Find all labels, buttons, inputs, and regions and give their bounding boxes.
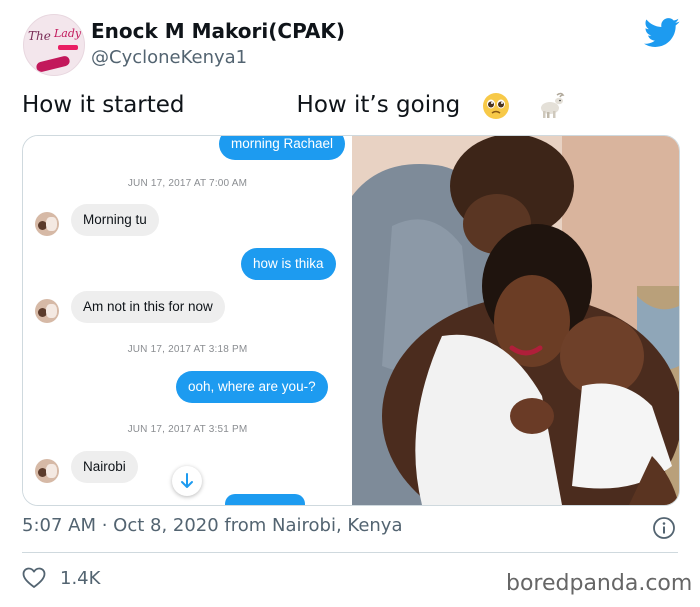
author-avatar[interactable]: The Lady xyxy=(23,14,85,76)
message-outgoing: how is thika xyxy=(241,248,336,280)
chat-timestamp: JUN 17, 2017 AT 3:18 PM xyxy=(127,344,248,355)
scroll-down-button[interactable] xyxy=(172,466,202,496)
tweet-text-right: How it’s going xyxy=(296,92,461,118)
arrow-down-icon xyxy=(181,473,193,488)
avatar-brand-text: The xyxy=(28,29,51,43)
message-incoming: Am not in this for now xyxy=(71,291,225,323)
tweet-media[interactable]: morning Rachael JUN 17, 2017 AT 7:00 AM … xyxy=(22,135,680,506)
watermark: boredpanda.com xyxy=(506,571,693,596)
message-incoming: Morning tu xyxy=(71,204,159,236)
author-handle[interactable]: @CycloneKenya1 xyxy=(91,47,247,68)
like-count[interactable]: 1.4K xyxy=(60,568,100,589)
makeup-brush-graphic xyxy=(35,55,71,73)
tweet-timestamp-location[interactable]: 5:07 AM · Oct 8, 2020 from Nairobi, Keny… xyxy=(22,515,403,536)
chat-timestamp: JUN 17, 2017 AT 7:00 AM xyxy=(127,178,248,189)
info-icon[interactable] xyxy=(652,516,676,540)
tweet-text: How it started How it’s going xyxy=(22,92,460,118)
divider xyxy=(22,552,678,553)
message-outgoing: ooh, where are you-? xyxy=(176,371,328,403)
heart-icon[interactable] xyxy=(22,567,46,589)
family-photo xyxy=(352,136,679,505)
pleading-face-emoji-icon xyxy=(483,93,509,119)
avatar-decoration xyxy=(58,45,78,50)
goat-emoji-icon xyxy=(541,92,565,118)
tweet-text-left: How it started xyxy=(22,92,185,118)
chat-screenshot: morning Rachael JUN 17, 2017 AT 7:00 AM … xyxy=(23,136,352,505)
message-incoming: Nairobi xyxy=(71,451,138,483)
contact-avatar xyxy=(35,459,59,483)
message-outgoing: morning Rachael xyxy=(219,136,346,160)
author-name[interactable]: Enock M Makori(CPAK) xyxy=(91,19,345,43)
contact-avatar xyxy=(35,212,59,236)
chat-timestamp: JUN 17, 2017 AT 3:51 PM xyxy=(127,424,248,435)
message-outgoing-partial xyxy=(225,494,305,505)
avatar-brand-text-2: Lady xyxy=(54,27,82,40)
twitter-bird-icon[interactable] xyxy=(644,18,680,48)
contact-avatar xyxy=(35,299,59,323)
